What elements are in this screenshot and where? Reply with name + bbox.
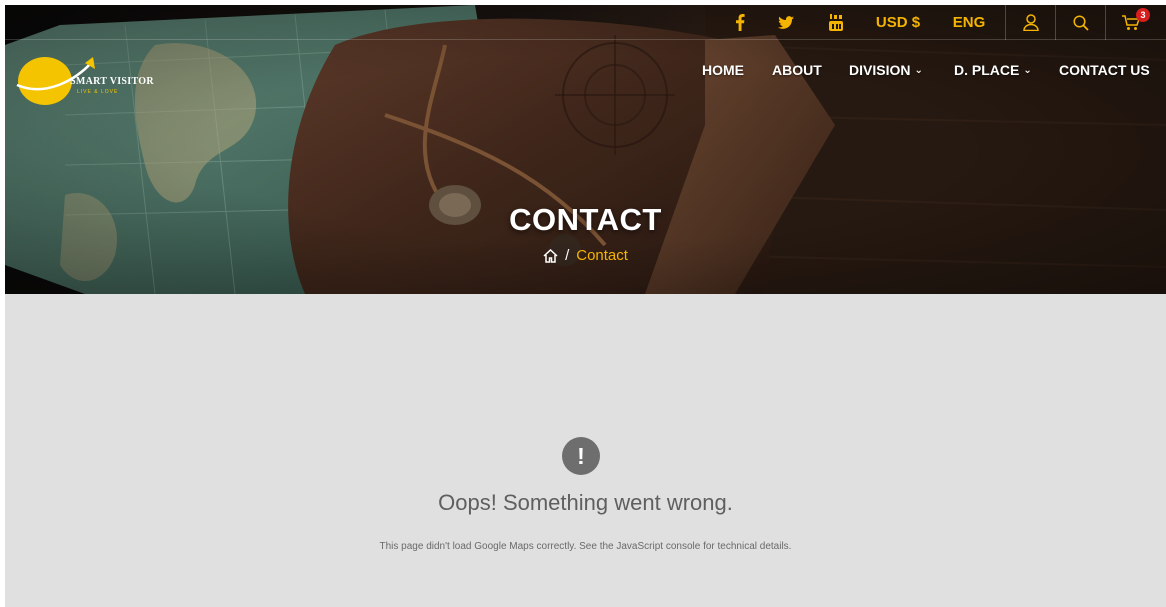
twitter-icon[interactable] [774,5,798,40]
chevron-down-icon: ⌄ [1023,64,1032,76]
cart-button[interactable]: 3 [1105,5,1155,40]
logo-name: SMART VISITOR [70,76,154,87]
nav-d-place[interactable]: D. PLACE ⌄ [954,60,1032,80]
nav-contact-us-label: CONTACT US [1059,62,1150,78]
breadcrumb-separator: / [565,247,570,264]
top-bar: USD $ ENG 3 [5,5,1166,40]
logo-tagline: LIVE & LOVE [77,89,119,95]
nav-division-label: DIVISION [849,62,911,78]
breadcrumb: / Contact [5,247,1166,264]
nav-about-label: ABOUT [772,62,822,78]
user-icon[interactable] [1005,5,1055,40]
nav-home-label: HOME [702,62,744,78]
facebook-icon[interactable] [728,5,752,40]
nav-home[interactable]: HOME [702,60,744,80]
nav-contact-us[interactable]: CONTACT US [1059,60,1150,80]
youtube-icon[interactable] [824,5,848,40]
currency-selector[interactable]: USD $ [863,5,933,40]
language-selector[interactable]: ENG [945,5,993,40]
home-icon[interactable] [543,248,558,263]
chevron-down-icon: ⌄ [914,64,923,76]
map-error-panel: ! Oops! Something went wrong. This page … [5,294,1166,607]
error-message: This page didn't load Google Maps correc… [379,541,792,552]
nav-d-place-label: D. PLACE [954,62,1020,78]
page-title: CONTACT [509,202,662,237]
cart-count-badge: 3 [1136,8,1150,22]
error-icon: ! [562,437,600,475]
breadcrumb-current: Contact [576,247,628,264]
nav-about[interactable]: ABOUT [772,60,822,80]
search-icon[interactable] [1055,5,1105,40]
page: USD $ ENG 3 SMART VISITOR LIVE & LOVE HO… [5,5,1166,607]
nav-division[interactable]: DIVISION ⌄ [849,60,923,80]
hero-banner: USD $ ENG 3 SMART VISITOR LIVE & LOVE HO… [5,5,1166,294]
error-title: Oops! Something went wrong. [438,490,733,515]
site-logo[interactable]: SMART VISITOR LIVE & LOVE [15,53,165,107]
